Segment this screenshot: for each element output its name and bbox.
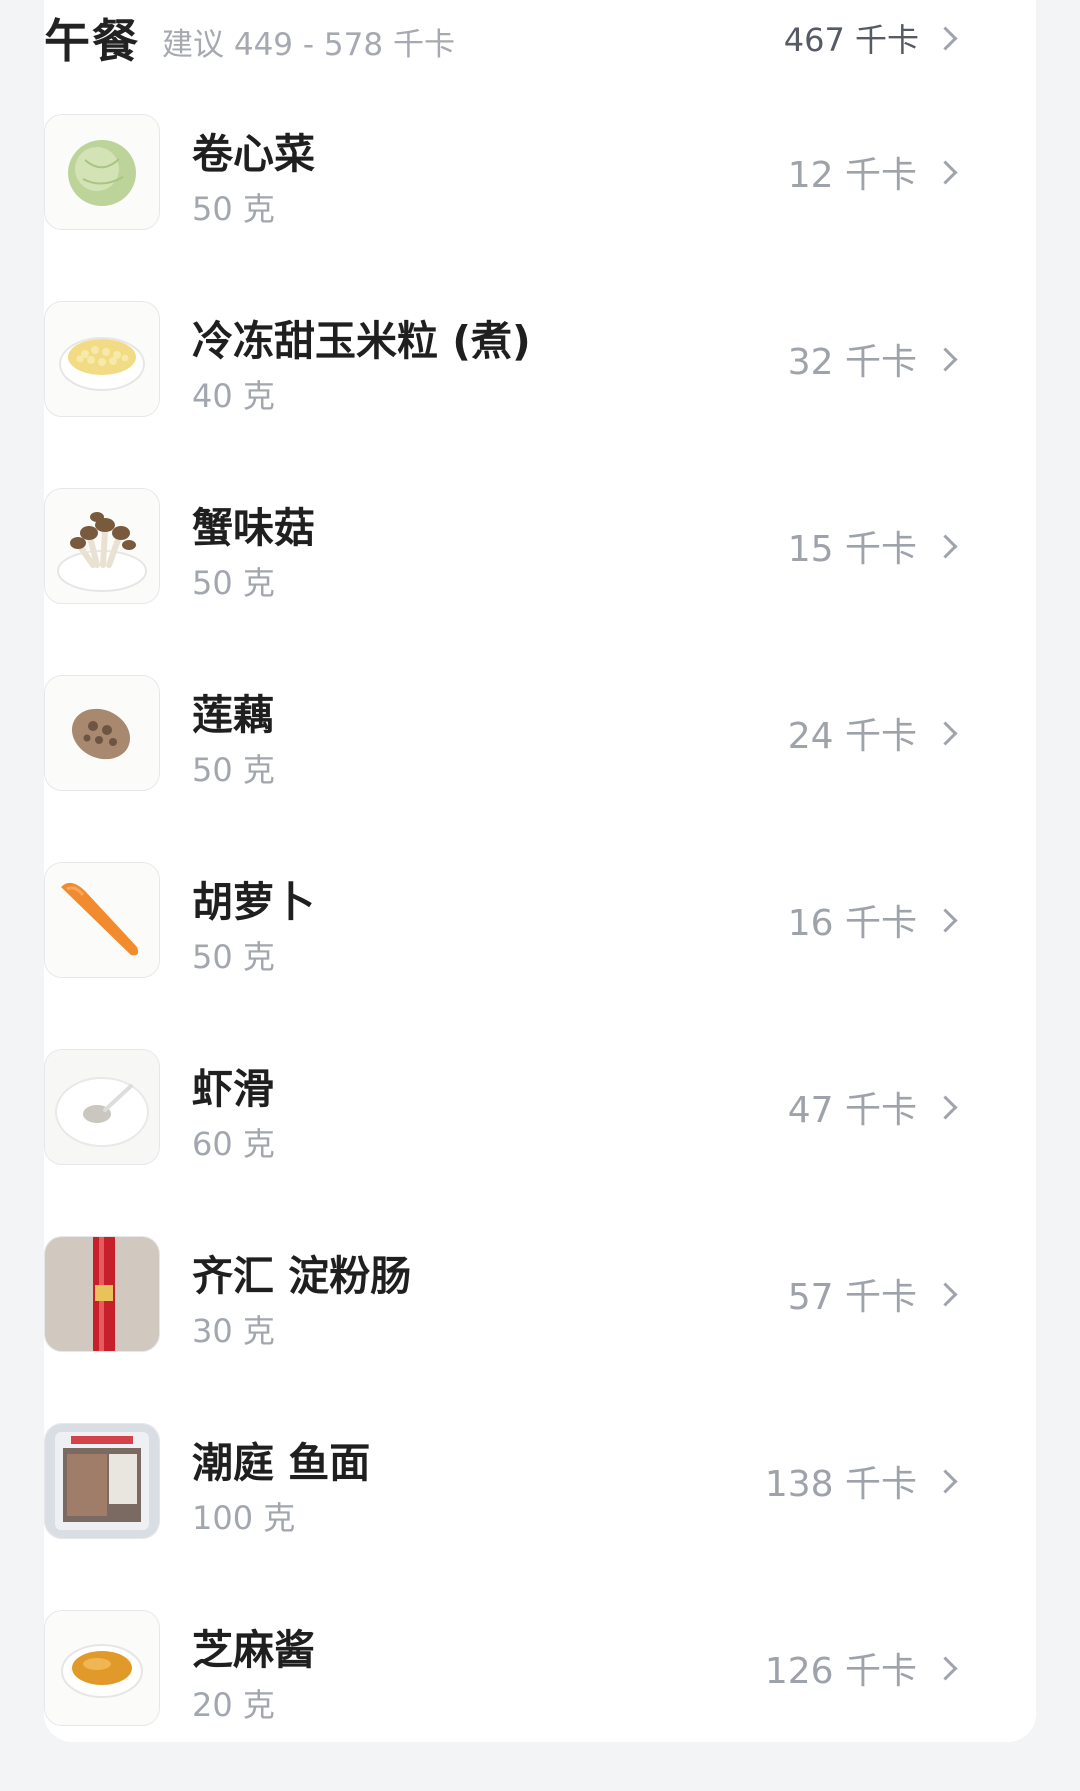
food-amount: 30 克 xyxy=(192,1312,275,1350)
food-amount: 40 克 xyxy=(192,377,275,415)
chevron-right-icon xyxy=(933,159,958,185)
carrot-icon xyxy=(44,862,160,978)
food-kcal: 15 千卡 xyxy=(787,529,917,570)
food-name: 胡萝卜 xyxy=(192,878,315,926)
food-name: 莲藕 xyxy=(192,691,274,739)
food-kcal-link[interactable]: 16 千卡 xyxy=(787,890,958,950)
food-kcal: 126 千卡 xyxy=(764,1651,917,1692)
food-row[interactable]: 卷心菜 50 克 12 千卡 xyxy=(44,108,992,295)
food-kcal-link[interactable]: 12 千卡 xyxy=(787,142,958,202)
food-amount: 50 克 xyxy=(192,564,275,602)
food-row[interactable]: 虾滑 60 克 47 千卡 xyxy=(44,1043,992,1230)
food-name: 卷心菜 xyxy=(192,130,315,178)
food-kcal: 32 千卡 xyxy=(787,342,917,383)
food-kcal: 47 千卡 xyxy=(787,1090,917,1131)
food-row[interactable]: 潮庭 鱼面 100 克 138 千卡 xyxy=(44,1417,992,1604)
food-row[interactable]: 莲藕 50 克 24 千卡 xyxy=(44,669,992,856)
food-row[interactable]: 蟹味菇 50 克 15 千卡 xyxy=(44,482,992,669)
chevron-right-icon xyxy=(933,533,958,559)
food-kcal: 24 千卡 xyxy=(787,716,917,757)
chevron-right-icon xyxy=(933,1094,958,1120)
food-kcal-link[interactable]: 24 千卡 xyxy=(787,703,958,763)
chevron-right-icon xyxy=(933,1655,958,1681)
food-amount: 50 克 xyxy=(192,190,275,228)
food-name: 冷冻甜玉米粒 (煮) xyxy=(192,317,531,365)
food-row[interactable]: 齐汇 淀粉肠 30 克 57 千卡 xyxy=(44,1230,992,1417)
food-kcal: 57 千卡 xyxy=(787,1277,917,1318)
meal-header[interactable]: 午餐 建议 449 - 578 千卡 467 千卡 xyxy=(44,0,992,76)
chevron-right-icon xyxy=(933,25,958,51)
food-name: 虾滑 xyxy=(192,1065,274,1113)
sausage-icon xyxy=(44,1236,160,1352)
food-amount: 50 克 xyxy=(192,751,275,789)
food-kcal: 16 千卡 xyxy=(787,903,917,944)
lotus-root-icon xyxy=(44,675,160,791)
food-kcal: 138 千卡 xyxy=(764,1464,917,1505)
mushroom-icon xyxy=(44,488,160,604)
food-amount: 20 克 xyxy=(192,1686,275,1724)
food-row[interactable]: 芝麻酱 20 克 126 千卡 xyxy=(44,1604,992,1791)
meal-total-link[interactable]: 467 千卡 xyxy=(783,0,958,76)
chevron-right-icon xyxy=(933,720,958,746)
food-kcal: 12 千卡 xyxy=(787,155,917,196)
corn-icon xyxy=(44,301,160,417)
food-list: 卷心菜 50 克 12 千卡 冷冻甜玉米粒 (煮) 40 克 32 千卡 蟹味菇… xyxy=(44,108,992,1791)
food-kcal-link[interactable]: 32 千卡 xyxy=(787,329,958,389)
food-row[interactable]: 冷冻甜玉米粒 (煮) 40 克 32 千卡 xyxy=(44,295,992,482)
shrimp-paste-icon xyxy=(44,1049,160,1165)
food-kcal-link[interactable]: 47 千卡 xyxy=(787,1077,958,1137)
food-amount: 60 克 xyxy=(192,1125,275,1163)
food-amount: 50 克 xyxy=(192,938,275,976)
food-kcal-link[interactable]: 126 千卡 xyxy=(764,1638,958,1698)
meal-title: 午餐 xyxy=(44,14,140,68)
food-kcal-link[interactable]: 138 千卡 xyxy=(764,1451,958,1511)
fish-noodle-icon xyxy=(44,1423,160,1539)
meal-suggestion: 建议 449 - 578 千卡 xyxy=(162,26,455,63)
chevron-right-icon xyxy=(933,1468,958,1494)
food-name: 芝麻酱 xyxy=(192,1626,315,1674)
meal-total: 467 千卡 xyxy=(783,21,919,59)
food-name: 潮庭 鱼面 xyxy=(192,1439,371,1487)
sesame-paste-icon xyxy=(44,1610,160,1726)
cabbage-icon xyxy=(44,114,160,230)
food-kcal-link[interactable]: 15 千卡 xyxy=(787,516,958,576)
food-kcal-link[interactable]: 57 千卡 xyxy=(787,1264,958,1324)
food-row[interactable]: 胡萝卜 50 克 16 千卡 xyxy=(44,856,992,1043)
food-name: 蟹味菇 xyxy=(192,504,315,552)
food-amount: 100 克 xyxy=(192,1499,296,1537)
chevron-right-icon xyxy=(933,907,958,933)
chevron-right-icon xyxy=(933,346,958,372)
chevron-right-icon xyxy=(933,1281,958,1307)
food-name: 齐汇 淀粉肠 xyxy=(192,1252,412,1300)
